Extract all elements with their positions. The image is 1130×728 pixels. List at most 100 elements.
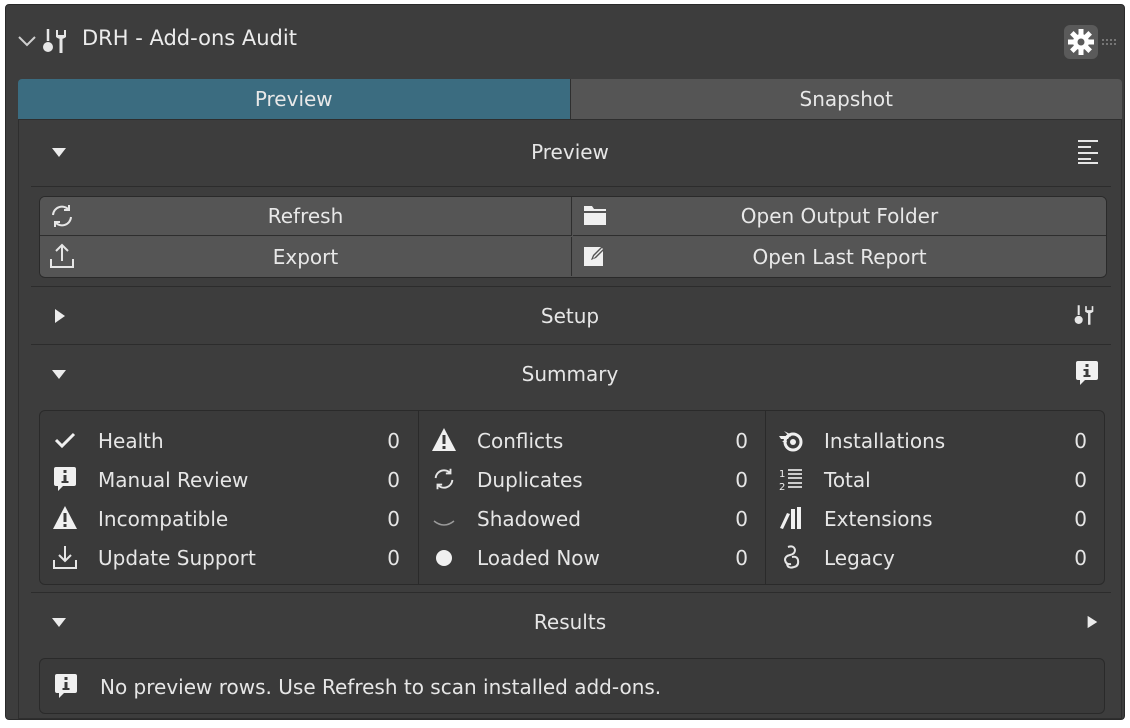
summary-label: Manual Review	[98, 468, 249, 492]
align-lines-icon[interactable]	[1077, 138, 1099, 164]
summary-value: 0	[387, 507, 400, 531]
open-last-report-label: Open Last Report	[752, 244, 927, 269]
summary-value: 0	[1074, 429, 1087, 453]
folder-icon	[584, 206, 606, 225]
summary-column-1: Health 0 Manual Review 0 Incompatible 0 …	[40, 411, 418, 584]
summary-row-installations: Installations 0	[766, 421, 1105, 460]
edit-document-icon	[584, 246, 605, 266]
summary-row-conflicts: Conflicts 0	[419, 421, 766, 460]
setup-section-header[interactable]: Setup	[19, 288, 1121, 344]
shadow-icon	[433, 520, 455, 526]
summary-label: Legacy	[824, 546, 895, 570]
summary-label: Conflicts	[477, 429, 564, 453]
summary-row-manual-review: Manual Review 0	[40, 460, 418, 499]
triangle-down-icon[interactable]	[51, 365, 67, 383]
summary-label: Total	[824, 468, 871, 492]
action-buttons: Refresh Open Output Folder Export Open L…	[39, 196, 1107, 278]
open-last-report-button[interactable]: Open Last Report	[573, 237, 1106, 276]
summary-value: 0	[387, 468, 400, 492]
download-icon	[53, 546, 77, 569]
panel-title: DRH - Add-ons Audit	[82, 26, 297, 50]
svg-text:1: 1	[779, 469, 785, 480]
summary-label: Health	[98, 429, 164, 453]
chevron-down-icon[interactable]	[16, 30, 38, 52]
summary-value: 0	[735, 468, 748, 492]
blender-icon	[779, 431, 803, 452]
refresh-icon	[434, 468, 454, 490]
tab-bar: Preview Snapshot	[18, 79, 1122, 119]
info-icon	[1076, 361, 1098, 385]
results-section-header[interactable]: Results	[19, 594, 1121, 650]
script-icon	[783, 545, 800, 569]
svg-text:2: 2	[779, 482, 785, 492]
summary-value: 0	[1074, 468, 1087, 492]
refresh-button[interactable]: Refresh	[40, 197, 572, 236]
summary-value: 0	[1074, 546, 1087, 570]
preview-section-header[interactable]: Preview	[19, 124, 1121, 180]
results-message-box: No preview rows. Use Refresh to scan ins…	[39, 658, 1105, 714]
triangle-down-icon[interactable]	[51, 143, 67, 161]
settings-button[interactable]	[1064, 25, 1098, 59]
warning-icon	[53, 506, 77, 529]
results-section-title: Results	[533, 610, 607, 634]
summary-label: Extensions	[824, 507, 933, 531]
summary-label: Installations	[824, 429, 946, 453]
export-icon	[50, 243, 74, 268]
library-icon	[780, 507, 801, 529]
divider	[31, 286, 1111, 287]
drag-handle-icon[interactable]	[1100, 37, 1120, 47]
results-message: No preview rows. Use Refresh to scan ins…	[100, 675, 662, 699]
tools-icon	[1074, 305, 1094, 325]
addons-audit-panel: DRH - Add-ons Audit Preview Snapshot Pre…	[5, 4, 1125, 720]
summary-value: 0	[735, 507, 748, 531]
summary-row-legacy: Legacy 0	[766, 538, 1105, 577]
summary-label: Duplicates	[477, 468, 583, 492]
divider	[31, 344, 1111, 345]
info-icon	[54, 467, 76, 491]
refresh-label: Refresh	[267, 204, 344, 228]
tools-icon	[43, 29, 66, 53]
dot-icon	[436, 550, 452, 566]
summary-section-header[interactable]: Summary	[19, 346, 1121, 402]
checkmark-icon	[54, 432, 76, 449]
open-output-folder-label: Open Output Folder	[740, 204, 939, 228]
summary-row-incompatible: Incompatible 0	[40, 499, 418, 538]
info-icon	[55, 674, 77, 698]
preview-content: Preview Refresh Open Output Folder Expor…	[18, 119, 1122, 719]
summary-value: 0	[735, 546, 748, 570]
tab-preview[interactable]: Preview	[18, 79, 570, 119]
gear-icon	[1068, 29, 1094, 55]
triangle-right-icon[interactable]	[51, 307, 67, 325]
summary-value: 0	[387, 546, 400, 570]
triangle-right-icon[interactable]	[1085, 613, 1099, 631]
preview-section-title: Preview	[531, 140, 609, 164]
export-label: Export	[272, 244, 339, 269]
summary-row-extensions: Extensions 0	[766, 499, 1105, 538]
summary-row-duplicates: Duplicates 0	[419, 460, 766, 499]
open-output-folder-button[interactable]: Open Output Folder	[573, 197, 1106, 236]
tab-snapshot[interactable]: Snapshot	[569, 79, 1122, 119]
summary-row-shadowed: Shadowed 0	[419, 499, 766, 538]
summary-column-3: Installations 0 1 2 Total 0 Extensions 0…	[765, 411, 1105, 584]
summary-label: Incompatible	[98, 507, 229, 531]
summary-value: 0	[735, 429, 748, 453]
summary-row-total: 1 2 Total 0	[766, 460, 1105, 499]
summary-label: Shadowed	[477, 507, 581, 531]
summary-value: 0	[1074, 507, 1087, 531]
summary-label: Loaded Now	[477, 546, 600, 570]
numbered-list-icon: 1 2	[779, 469, 802, 492]
summary-row-loaded-now: Loaded Now 0	[419, 538, 766, 577]
summary-column-2: Conflicts 0 Duplicates 0 Shadowed 0 Load…	[418, 411, 766, 584]
summary-value: 0	[387, 429, 400, 453]
warning-icon	[432, 428, 456, 451]
export-button[interactable]: Export	[40, 237, 572, 276]
summary-section-title: Summary	[521, 362, 619, 386]
triangle-down-icon[interactable]	[51, 613, 67, 631]
setup-section-title: Setup	[540, 304, 600, 328]
divider	[31, 592, 1111, 593]
summary-grid: Health 0 Manual Review 0 Incompatible 0 …	[39, 410, 1105, 585]
panel-header[interactable]: DRH - Add-ons Audit	[6, 5, 1124, 75]
divider	[31, 186, 1111, 187]
refresh-icon	[52, 205, 72, 227]
summary-label: Update Support	[98, 546, 256, 570]
